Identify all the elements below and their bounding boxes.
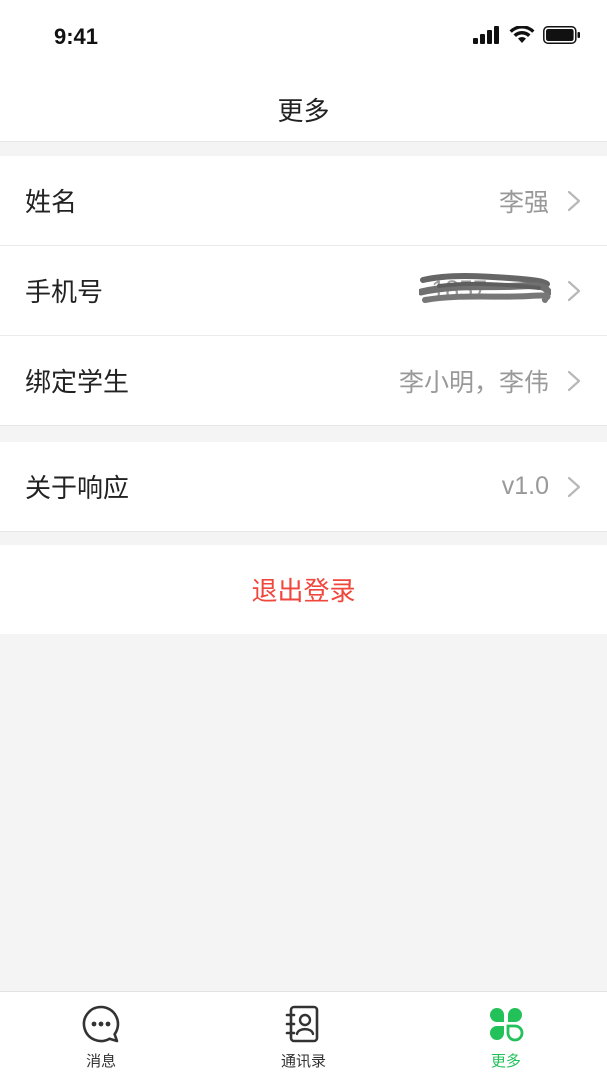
bound-students-row[interactable]: 绑定学生 李小明，李伟 — [0, 336, 607, 426]
phone-row[interactable]: 手机号 1857 — [0, 246, 607, 336]
signal-icon — [473, 26, 499, 44]
wifi-icon — [509, 26, 535, 43]
bound-students-label: 绑定学生 — [25, 368, 130, 398]
tab-bar: 消息 通讯录 更多 — [0, 991, 607, 1080]
nav-bar: 更多 — [0, 78, 607, 142]
name-value: 李强 — [498, 188, 549, 217]
tab-more-label: 更多 — [490, 1052, 521, 1070]
contacts-book-icon — [286, 1005, 319, 1043]
tab-messages[interactable]: 消息 — [0, 992, 202, 1080]
more-screen: 9:41 更多 姓名 李强 手机号 1857 绑定学生 李小明，李伟 关于响应 … — [0, 0, 607, 1080]
battery-icon — [543, 26, 580, 44]
chevron-right-icon — [567, 280, 581, 301]
name-label: 姓名 — [25, 188, 78, 218]
profile-group: 姓名 李强 手机号 1857 绑定学生 李小明，李伟 — [0, 156, 607, 426]
about-group: 关于响应 v1.0 — [0, 442, 607, 532]
status-time: 9:41 — [54, 24, 99, 49]
tab-contacts-label: 通讯录 — [280, 1052, 326, 1070]
logout-label: 退出登录 — [251, 577, 356, 607]
chevron-right-icon — [567, 370, 581, 391]
chevron-right-icon — [567, 190, 581, 211]
name-row[interactable]: 姓名 李强 — [0, 156, 607, 246]
redaction-scribble — [419, 273, 551, 303]
status-bar: 9:41 — [0, 0, 607, 78]
tab-messages-label: 消息 — [86, 1052, 117, 1070]
version-value: v1.0 — [501, 472, 549, 500]
about-row[interactable]: 关于响应 v1.0 — [0, 442, 607, 532]
chevron-right-icon — [567, 476, 581, 497]
bound-students-value: 李小明，李伟 — [398, 368, 549, 397]
tab-more[interactable]: 更多 — [405, 992, 607, 1080]
about-label: 关于响应 — [25, 474, 130, 504]
page-title: 更多 — [277, 97, 330, 127]
phone-label: 手机号 — [25, 278, 104, 308]
tab-contacts[interactable]: 通讯录 — [202, 992, 404, 1080]
logout-button[interactable]: 退出登录 — [0, 545, 607, 634]
clover-icon — [489, 1008, 524, 1042]
chat-bubble-icon — [82, 1005, 120, 1043]
status-icons — [473, 26, 581, 44]
